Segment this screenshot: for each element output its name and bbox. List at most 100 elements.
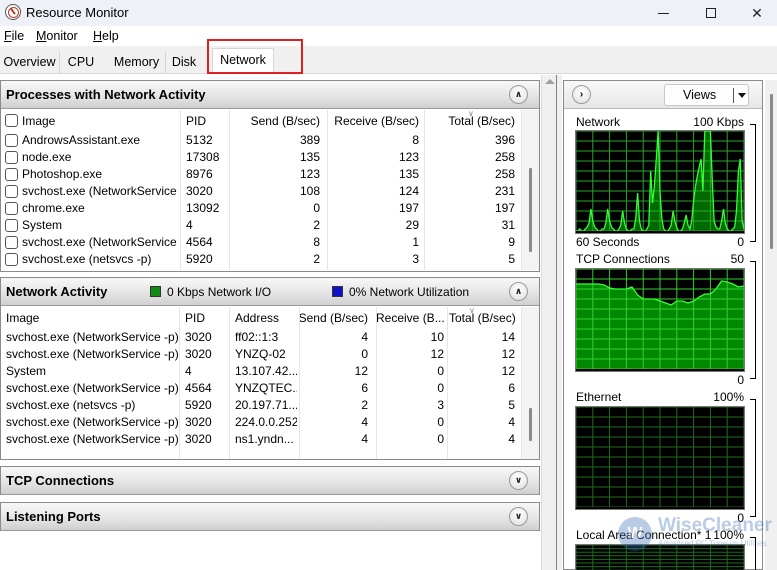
column-header-image[interactable]: Image — [6, 307, 176, 329]
table-row[interactable]: svchost.exe (NetworkService... 4564 8 1 9 — [1, 234, 521, 251]
tab-overview[interactable]: Overview — [0, 51, 60, 74]
cell-image: node.exe — [22, 150, 72, 164]
column-header-image[interactable]: Image — [22, 110, 177, 132]
column-divider — [299, 307, 300, 459]
views-dropdown[interactable]: Views — [664, 84, 749, 106]
column-header-pid[interactable]: PID — [185, 307, 230, 329]
table-row[interactable]: svchost.exe (NetworkService -p) 3020 YNZQ-… — [1, 346, 521, 363]
tab-memory[interactable]: Memory — [108, 51, 166, 74]
left-pane-scrollbar[interactable] — [541, 75, 556, 570]
scroll-up-arrow-icon[interactable] — [545, 79, 555, 84]
close-button[interactable]: ✕ — [734, 0, 777, 26]
column-header-pid[interactable]: PID — [186, 110, 226, 132]
processes-scrollbar[interactable] — [521, 110, 539, 270]
maximize-button[interactable] — [688, 0, 734, 26]
scrollbar-thumb[interactable] — [770, 94, 773, 249]
cell-total: 5 — [508, 252, 515, 266]
cell-image: svchost.exe (NetworkService -p) — [6, 347, 178, 361]
table-row[interactable]: svchost.exe (netsvcs -p) 5920 20.197.71...… — [1, 397, 521, 414]
network-activity-section: Network Activity 0 Kbps Network I/O 0% N… — [0, 277, 540, 460]
title-bar: Resource Monitor ✕ — [0, 0, 777, 26]
table-row[interactable]: svchost.exe (NetworkService -p) 3020 ns1.y… — [1, 431, 521, 448]
table-row[interactable]: svchost.exe (NetworkService -p) 3020 224.0… — [1, 414, 521, 431]
cell-address: YNZQTEC... — [235, 381, 297, 395]
graph-min-label: 0 — [737, 511, 744, 525]
graph-canvas — [576, 407, 744, 507]
table-row[interactable]: System 4 13.107.42... 12 0 12 — [1, 363, 521, 380]
tab-disk[interactable]: Disk — [167, 51, 201, 74]
column-header-send[interactable]: Send (B/sec) — [298, 307, 368, 329]
scrollbar-thumb[interactable] — [529, 408, 532, 441]
tcp-connections-section-header[interactable]: TCP Connections ∨ — [1, 467, 539, 495]
cell-image: svchost.exe (NetworkService -p) — [6, 432, 178, 446]
cell-image: svchost.exe (NetworkService... — [22, 235, 177, 249]
column-divider — [229, 110, 230, 270]
menu-help[interactable]: Help — [93, 29, 119, 43]
menu-monitor[interactable]: Monitor — [36, 29, 78, 43]
row-checkbox[interactable] — [5, 202, 18, 215]
select-all-checkbox[interactable] — [5, 114, 18, 127]
resource-monitor-app-icon — [5, 4, 21, 20]
table-row[interactable]: System 4 2 29 31 — [1, 217, 521, 234]
network-activity-section-header[interactable]: Network Activity 0 Kbps Network I/O 0% N… — [1, 278, 539, 306]
collapse-button[interactable]: ∧ — [509, 85, 528, 104]
chevron-down-icon: ∨ — [514, 475, 523, 485]
tab-cpu[interactable]: CPU — [61, 51, 101, 74]
graph-max-label: 100% — [713, 528, 744, 542]
table-row[interactable]: node.exe 17308 135 123 258 — [1, 149, 521, 166]
expand-button[interactable]: ∨ — [509, 507, 528, 526]
graphs-panel-scrollbar[interactable] — [765, 80, 777, 570]
table-row[interactable]: chrome.exe 13092 0 197 197 — [1, 200, 521, 217]
row-checkbox[interactable] — [5, 253, 18, 266]
row-checkbox[interactable] — [5, 151, 18, 164]
processes-rows: AndrowsAssistant.exe 5132 389 8 396 node.exe 1… — [1, 132, 521, 268]
graph-canvas — [576, 545, 744, 570]
graph-min-label: 0 — [737, 373, 744, 387]
listening-ports-section-header[interactable]: Listening Ports ∨ — [1, 503, 539, 531]
table-row[interactable]: Photoshop.exe 8976 123 135 258 — [1, 166, 521, 183]
chevron-right-icon: › — [579, 89, 584, 100]
network-activity-scrollbar[interactable] — [521, 307, 539, 459]
column-header-receive[interactable]: Receive (B/sec) — [326, 110, 419, 132]
processes-section-header[interactable]: Processes with Network Activity ∧ — [1, 81, 539, 109]
cell-receive: 0 — [437, 381, 444, 395]
graph-title: Ethernet — [576, 390, 622, 404]
column-header-address[interactable]: Address — [235, 307, 295, 329]
local-area-connection-graph-block: Local Area Connection* 1 100% — [564, 527, 762, 570]
table-row[interactable]: svchost.exe (netsvcs -p) 5920 2 3 5 — [1, 251, 521, 268]
minimize-icon — [657, 12, 669, 14]
close-icon: ✕ — [751, 4, 763, 21]
row-checkbox[interactable] — [5, 219, 18, 232]
row-checkbox[interactable] — [5, 168, 18, 181]
pane-splitter[interactable] — [556, 75, 562, 570]
table-row[interactable]: svchost.exe (NetworkService... 3020 108 124… — [1, 183, 521, 200]
column-header-send[interactable]: Send (B/sec) — [231, 110, 320, 132]
table-row[interactable]: svchost.exe (NetworkService -p) 4564 YNZQT… — [1, 380, 521, 397]
collapse-button[interactable]: ∧ — [509, 282, 528, 301]
network-graph — [575, 130, 745, 234]
minimize-button[interactable] — [640, 0, 686, 26]
column-header-receive[interactable]: Receive (B... — [376, 307, 444, 329]
table-row[interactable]: AndrowsAssistant.exe 5132 389 8 396 — [1, 132, 521, 149]
column-header-total[interactable]: Total (B/sec) — [449, 307, 515, 329]
graph-scale-bracket — [750, 537, 756, 570]
row-checkbox[interactable] — [5, 185, 18, 198]
menu-file[interactable]: File — [4, 29, 24, 43]
row-checkbox[interactable] — [5, 236, 18, 249]
graph-max-label: 100% — [713, 390, 744, 404]
network-utilization-legend: 0% Network Utilization — [349, 285, 470, 299]
cell-pid: 3020 — [186, 184, 213, 198]
collapse-graphs-button[interactable]: › — [572, 85, 591, 104]
cell-pid: 4 — [186, 218, 193, 232]
dropdown-arrow-icon[interactable] — [738, 93, 746, 98]
menu-label: onitor — [46, 29, 78, 43]
expand-button[interactable]: ∨ — [509, 471, 528, 490]
scrollbar-thumb[interactable] — [529, 168, 532, 252]
cell-total: 4 — [508, 432, 515, 446]
cell-address: 20.197.71... — [235, 398, 297, 412]
table-row[interactable]: svchost.exe (NetworkService -p) 3020 ff02:… — [1, 329, 521, 346]
cell-pid: 3020 — [185, 415, 212, 429]
cell-address: ff02::1:3 — [235, 330, 279, 344]
local-area-connection-graph — [575, 544, 745, 570]
row-checkbox[interactable] — [5, 134, 18, 147]
